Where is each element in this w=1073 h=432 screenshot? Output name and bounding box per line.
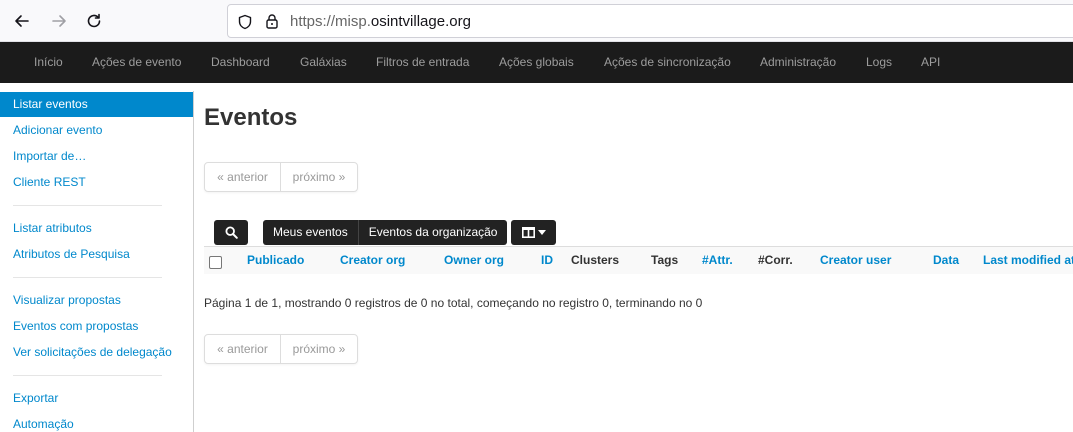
browser-toolbar: https://misp.osintvillage.org (0, 0, 1073, 42)
sidebar-divider (13, 205, 162, 206)
sidebar-item-listar-atributos[interactable]: Listar atributos (13, 221, 92, 235)
select-all-checkbox[interactable] (209, 256, 222, 269)
forward-button[interactable] (47, 9, 71, 33)
sidebar-item-eventos-com-propostas[interactable]: Eventos com propostas (13, 319, 138, 333)
nav-item-administracao[interactable]: Administração (760, 55, 836, 69)
column-creator-org[interactable]: Creator org (340, 253, 405, 267)
sidebar-item-label: Listar eventos (13, 97, 88, 111)
sidebar-item-exportar[interactable]: Exportar (13, 391, 58, 405)
search-button[interactable] (214, 220, 248, 245)
nav-item-inicio[interactable]: Início (34, 55, 63, 69)
url-domain: osintvillage.org (370, 13, 471, 30)
nav-item-acoes-de-sincronizacao[interactable]: Ações de sincronização (604, 55, 731, 69)
columns-icon (521, 227, 535, 238)
url-prefix: https://misp. (290, 13, 371, 30)
nav-item-dashboard[interactable]: Dashboard (211, 55, 270, 69)
column-creator-user[interactable]: Creator user (820, 253, 891, 267)
lock-icon (266, 14, 278, 29)
column-attr[interactable]: #Attr. (702, 253, 733, 267)
column-corr: #Corr. (758, 253, 793, 267)
search-icon (224, 226, 238, 239)
pagination-top: « anterior próximo » (204, 162, 358, 192)
sidebar-item-listar-eventos[interactable]: Listar eventos (0, 92, 193, 117)
arrow-right-icon (52, 15, 66, 27)
column-publicado[interactable]: Publicado (247, 253, 304, 267)
paging-summary: Página 1 de 1, mostrando 0 registros de … (204, 296, 703, 310)
sidebar-divider (13, 375, 162, 376)
prev-page-button[interactable]: « anterior (205, 163, 281, 191)
nav-item-api[interactable]: API (921, 55, 940, 69)
back-button[interactable] (10, 9, 34, 33)
arrow-left-icon (15, 15, 29, 27)
sidebar: Listar eventos Adicionar evento Importar… (0, 91, 194, 432)
column-tags: Tags (651, 253, 679, 267)
column-last-modified[interactable]: Last modified at (983, 253, 1073, 267)
url-text: https://misp.osintvillage.org (290, 13, 471, 30)
nav-item-galaxias[interactable]: Galáxias (300, 55, 347, 69)
nav-item-acoes-globais[interactable]: Ações globais (499, 55, 574, 69)
nav-item-filtros-de-entrada[interactable]: Filtros de entrada (376, 55, 469, 69)
next-page-button[interactable]: próximo » (281, 163, 357, 191)
shield-icon (238, 14, 252, 30)
nav-item-logs[interactable]: Logs (866, 55, 892, 69)
events-table-header: Publicado Creator org Owner org ID Clust… (204, 246, 1073, 274)
sidebar-item-importar[interactable]: Importar de… (13, 149, 86, 163)
sidebar-item-solicitacoes-delegacao[interactable]: Ver solicitações de delegação (13, 345, 172, 359)
next-page-button[interactable]: próximo » (281, 335, 357, 363)
address-bar[interactable]: https://misp.osintvillage.org (227, 4, 1073, 38)
column-id[interactable]: ID (541, 253, 553, 267)
sidebar-item-atributos-de-pesquisa[interactable]: Atributos de Pesquisa (13, 247, 130, 261)
reload-button[interactable] (82, 9, 106, 33)
column-data[interactable]: Data (933, 253, 959, 267)
sidebar-item-visualizar-propostas[interactable]: Visualizar propostas (13, 293, 121, 307)
pagination-bottom: « anterior próximo » (204, 334, 358, 364)
my-events-button[interactable]: Meus eventos (263, 220, 359, 245)
sidebar-divider (13, 277, 162, 278)
top-navbar: Início Ações de evento Dashboard Galáxia… (0, 42, 1073, 83)
page-title: Eventos (204, 104, 298, 131)
reload-icon (87, 13, 101, 28)
column-owner-org[interactable]: Owner org (444, 253, 504, 267)
caret-down-icon (537, 230, 546, 235)
sidebar-item-adicionar-evento[interactable]: Adicionar evento (13, 123, 102, 137)
sidebar-item-cliente-rest[interactable]: Cliente REST (13, 175, 86, 189)
column-clusters: Clusters (571, 253, 620, 267)
org-events-button[interactable]: Eventos da organização (358, 220, 508, 245)
sidebar-item-automacao[interactable]: Automação (13, 417, 74, 431)
event-filter-group: Meus eventos Eventos da organização (263, 220, 508, 245)
columns-toggle-button[interactable] (511, 220, 556, 245)
nav-item-acoes-de-evento[interactable]: Ações de evento (92, 55, 181, 69)
prev-page-button[interactable]: « anterior (205, 335, 281, 363)
